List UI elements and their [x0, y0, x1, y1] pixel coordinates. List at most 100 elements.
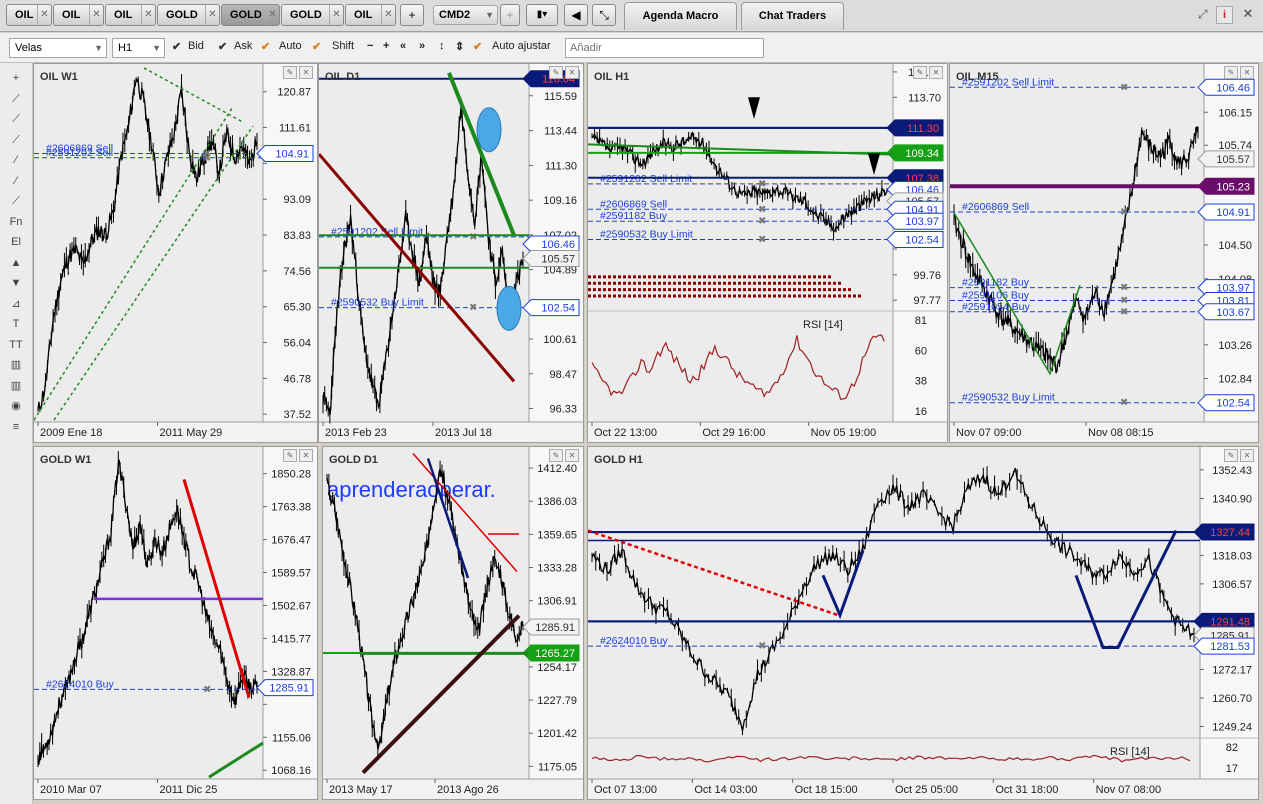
- order-close-icon[interactable]: ✖: [1120, 207, 1128, 218]
- back-arrow-icon[interactable]: ◀: [564, 4, 588, 26]
- close-icon[interactable]: ✕: [1240, 66, 1254, 79]
- price-tag[interactable]: 1327.44: [1193, 523, 1255, 541]
- tab-oil-7[interactable]: OIL ✕: [345, 4, 396, 26]
- add-symbol-input[interactable]: [565, 38, 764, 58]
- drawing-tool-11-icon[interactable]: ▼: [6, 274, 26, 292]
- tab-close-icon[interactable]: ✕: [37, 5, 51, 25]
- order-label[interactable]: #2590532 Buy Limit: [331, 297, 424, 309]
- close-icon[interactable]: ✕: [1240, 6, 1256, 24]
- order-close-icon[interactable]: ✖: [758, 216, 766, 227]
- order-close-icon[interactable]: ✖: [758, 204, 766, 215]
- order-close-icon[interactable]: ✖: [1120, 283, 1128, 294]
- price-tag[interactable]: 1285.91: [256, 679, 314, 697]
- order-label[interactable]: #2591182 Buy: [600, 210, 668, 222]
- pencil-icon[interactable]: ✎: [1224, 66, 1238, 79]
- order-label[interactable]: #2624010 Buy: [600, 635, 668, 647]
- bid-label[interactable]: Bid: [188, 40, 204, 52]
- drawing-tool-4-icon[interactable]: ⟋: [6, 131, 26, 149]
- tab-close-icon[interactable]: ✕: [329, 5, 343, 25]
- drawing-tool-8-icon[interactable]: Fn: [6, 213, 26, 231]
- price-tag[interactable]: 105.57: [1197, 150, 1255, 168]
- order-close-icon[interactable]: ✖: [758, 179, 766, 190]
- price-tag[interactable]: 109.34: [886, 144, 944, 162]
- price-tag[interactable]: 106.46: [1197, 78, 1255, 96]
- close-icon[interactable]: ✕: [565, 449, 579, 462]
- order-close-icon[interactable]: ✖: [1120, 296, 1128, 307]
- zoom-in-button[interactable]: +: [383, 40, 389, 52]
- drawing-tool-10-icon[interactable]: ▲: [6, 254, 26, 272]
- price-tag[interactable]: 103.67: [1197, 303, 1255, 321]
- tab-gold-4[interactable]: GOLD ✕: [157, 4, 220, 26]
- timeframe-select[interactable]: H1 ▼: [112, 38, 165, 58]
- tab-oil-1[interactable]: OIL ✕: [6, 4, 52, 26]
- drawing-tool-1-icon[interactable]: +: [6, 69, 26, 87]
- tab-agenda-macro[interactable]: Agenda Macro: [624, 2, 737, 30]
- close-icon[interactable]: ✕: [1240, 449, 1254, 462]
- order-label[interactable]: #2590532 Buy Limit: [600, 228, 693, 240]
- order-close-icon[interactable]: ✖: [469, 303, 477, 314]
- order-close-icon[interactable]: ✖: [758, 234, 766, 245]
- zoom-out-button[interactable]: −: [367, 40, 373, 52]
- order-close-icon[interactable]: ✖: [203, 684, 211, 695]
- order-close-icon[interactable]: ✖: [469, 232, 477, 243]
- order-close-icon[interactable]: ✖: [1120, 398, 1128, 409]
- price-tag[interactable]: 105.23: [1197, 177, 1255, 195]
- pencil-icon[interactable]: ✎: [283, 449, 297, 462]
- order-close-icon[interactable]: ✖: [758, 641, 766, 652]
- drawing-tool-9-icon[interactable]: El: [6, 233, 26, 251]
- tab-close-icon[interactable]: ✕: [265, 5, 279, 25]
- price-tag[interactable]: 105.57: [522, 249, 580, 267]
- vertical-fit-icon[interactable]: ⇕: [455, 40, 464, 53]
- tab-close-icon[interactable]: ✕: [205, 5, 219, 25]
- detach-icon[interactable]: ⤡: [592, 4, 616, 26]
- drawing-tool-3-icon[interactable]: ⟋: [6, 110, 26, 128]
- close-icon[interactable]: ✕: [299, 449, 313, 462]
- scroll-right-button[interactable]: »: [419, 40, 425, 52]
- price-tag[interactable]: 102.54: [886, 230, 944, 248]
- price-tag[interactable]: 1285.91: [522, 618, 580, 636]
- chart-type-select[interactable]: Velas ▼: [9, 38, 107, 58]
- price-tag[interactable]: 1281.53: [1193, 637, 1255, 655]
- drawing-tool-18-icon[interactable]: ≡: [6, 418, 26, 436]
- tab-chat-traders[interactable]: Chat Traders: [741, 2, 844, 30]
- tab-close-icon[interactable]: ✕: [381, 5, 395, 25]
- drawing-tool-6-icon[interactable]: ∕: [6, 172, 26, 190]
- price-tag[interactable]: 104.91: [256, 144, 314, 162]
- vertical-scale-icon[interactable]: ↕: [439, 40, 445, 52]
- layout-select[interactable]: CMD2 ▼: [433, 5, 498, 25]
- new-layout-button[interactable]: +: [500, 4, 520, 26]
- pencil-icon[interactable]: ✎: [913, 66, 927, 79]
- price-tag[interactable]: 102.54: [1197, 394, 1255, 412]
- tab-close-icon[interactable]: ✕: [141, 5, 155, 25]
- drawing-tool-12-icon[interactable]: ⊿: [6, 295, 26, 313]
- order-label[interactable]: #2591106 Buy: [962, 290, 1030, 302]
- ask-check-icon[interactable]: ✔: [218, 40, 227, 53]
- pencil-icon[interactable]: ✎: [283, 66, 297, 79]
- order-close-icon[interactable]: ✖: [1120, 82, 1128, 93]
- order-label[interactable]: #2590532 Buy Limit: [962, 392, 1055, 404]
- price-tag[interactable]: 106.46: [522, 235, 580, 253]
- pencil-icon[interactable]: ✎: [549, 66, 563, 79]
- shift-check-icon[interactable]: ✔: [312, 40, 321, 53]
- order-label[interactable]: #2606869 Sell: [962, 201, 1029, 213]
- drawing-tool-5-icon[interactable]: ∕: [6, 151, 26, 169]
- bid-check-icon[interactable]: ✔: [172, 40, 181, 53]
- info-icon[interactable]: i: [1216, 6, 1233, 24]
- drawing-tool-15-icon[interactable]: ▥: [6, 356, 26, 374]
- pencil-icon[interactable]: ✎: [1224, 449, 1238, 462]
- drawing-tool-13-icon[interactable]: T: [6, 315, 26, 333]
- resize-icon[interactable]: ⤢: [1198, 7, 1214, 23]
- price-tag[interactable]: 104.91: [1197, 203, 1255, 221]
- pencil-icon[interactable]: ✎: [549, 449, 563, 462]
- price-tag[interactable]: 1265.27: [522, 644, 580, 662]
- order-label[interactable]: #2591054 Buy: [962, 301, 1030, 313]
- auto-label[interactable]: Auto: [279, 40, 302, 52]
- drawing-tool-14-icon[interactable]: TT: [6, 336, 26, 354]
- drawing-tool-17-icon[interactable]: ◉: [6, 397, 26, 415]
- price-tag[interactable]: 103.97: [886, 212, 944, 230]
- tab-close-icon[interactable]: ✕: [89, 5, 103, 25]
- close-icon[interactable]: ✕: [565, 66, 579, 79]
- scroll-left-button[interactable]: «: [400, 40, 406, 52]
- tab-gold-5[interactable]: GOLD ✕: [221, 4, 280, 26]
- tab-oil-2[interactable]: OIL ✕: [53, 4, 104, 26]
